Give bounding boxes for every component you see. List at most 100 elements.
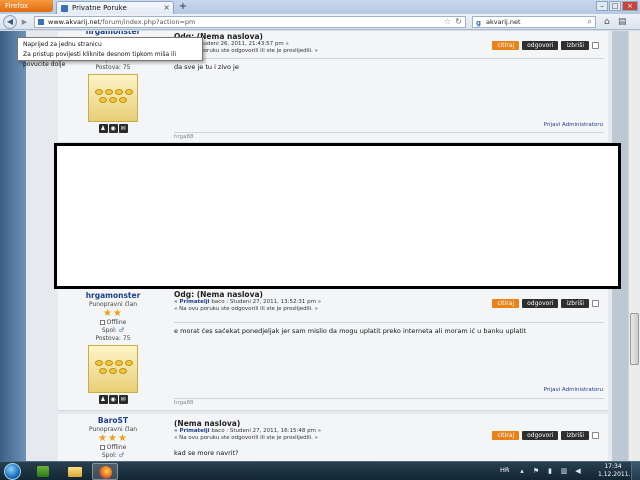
show-desktop-button[interactable]: [631, 462, 640, 480]
tooltip-line: Naprijed za jednu stranicu: [23, 41, 102, 48]
close-icon[interactable]: ×: [622, 1, 638, 11]
poster-card: BaroST Punopravni član ★★★ Offline Spol:…: [58, 414, 168, 460]
media-player-icon: [37, 466, 49, 477]
post-body: e morat ćes saćekat ponedjeljak jer sam …: [174, 322, 604, 335]
input-language[interactable]: HR: [500, 466, 509, 474]
url-bar[interactable]: www.akvarij.net/forum/index.php?action=p…: [34, 16, 466, 28]
tray-expand-icon[interactable]: ▴: [518, 467, 526, 475]
maximize-icon[interactable]: □: [609, 1, 621, 11]
poster-rank: Punopravni član: [88, 301, 138, 308]
delete-button[interactable]: izbriši: [561, 299, 589, 308]
pm-post: BaroST Punopravni član ★★★ Offline Spol:…: [58, 414, 608, 461]
avatar: [88, 74, 138, 122]
clock-time: 17:34: [604, 463, 622, 470]
network-icon[interactable]: ▥: [560, 467, 568, 475]
volume-icon[interactable]: ◀: [574, 467, 582, 475]
website-icon[interactable]: ◉: [108, 395, 118, 404]
search-engine-icon[interactable]: g: [476, 18, 481, 28]
pm-icon[interactable]: ✉: [118, 395, 128, 404]
window-controls: – □ ×: [596, 1, 638, 11]
bookmark-star-icon[interactable]: ☆: [444, 17, 451, 27]
post-signature: hrga88: [174, 132, 604, 140]
url-path: /forum/index.php?action=pm: [100, 18, 196, 26]
tab-privatne-poruke[interactable]: Privatne Poruke ×: [56, 1, 174, 14]
reply-button[interactable]: odgovori: [522, 41, 559, 50]
tooltip-line: Za pristup povijesti kliknite desnom tip…: [23, 51, 177, 68]
select-checkbox[interactable]: [592, 432, 599, 439]
poster-icons: ♟ ◉ ✉: [58, 124, 168, 133]
bookmarks-menu-icon[interactable]: ▤: [618, 17, 627, 27]
pm-post: hrgamonster Punopravni član ★★ Offline S…: [58, 289, 608, 411]
redaction-box: [54, 143, 621, 289]
vertical-scrollbar[interactable]: [628, 31, 640, 461]
reply-button[interactable]: odgovori: [522, 431, 559, 440]
start-button[interactable]: [4, 463, 21, 480]
home-icon[interactable]: ⌂: [604, 17, 610, 27]
poster-gender: Spol: ♂: [101, 452, 125, 459]
back-button[interactable]: ◀: [3, 15, 17, 29]
avatar: [88, 345, 138, 393]
offline-icon: [99, 320, 105, 325]
cite-button[interactable]: citiraj: [492, 431, 520, 440]
poster-rank: Punopravni član: [88, 426, 138, 433]
tab-close-icon[interactable]: ×: [163, 2, 170, 14]
online-status: Offline: [58, 319, 168, 327]
report-to-admin-link[interactable]: Prijavi Administratoru: [544, 122, 603, 128]
cite-button[interactable]: citiraj: [492, 299, 520, 308]
male-gender-icon: ♂: [118, 327, 125, 334]
post-actions: citiraj odgovori izbriši: [492, 41, 599, 50]
profile-icon[interactable]: ♟: [98, 124, 108, 133]
tab-favicon-icon: [61, 5, 68, 12]
male-gender-icon: ♂: [118, 452, 125, 459]
post-header: Odg: (Nema naslova) « baco : Studeni 26,…: [174, 32, 604, 55]
post-header: (Nema naslova) « Primatelji baco : Stude…: [174, 419, 604, 442]
rank-stars-icon: ★★: [103, 308, 123, 319]
left-background: [0, 31, 26, 461]
post-title[interactable]: (Nema naslova): [174, 419, 604, 428]
cite-button[interactable]: citiraj: [492, 41, 520, 50]
poster-icons: ♟ ◉ ✉: [58, 395, 168, 404]
reply-button[interactable]: odgovori: [522, 299, 559, 308]
folder-icon: [68, 467, 82, 477]
navigation-toolbar: ◀ ▶ www.akvarij.net/forum/index.php?acti…: [0, 14, 640, 30]
post-actions: citiraj odgovori izbriši: [492, 431, 599, 440]
firefox-icon: [99, 466, 112, 479]
scrollbar-thumb[interactable]: [630, 313, 639, 365]
poster-card: hrgamonster Punopravni član ★★ Offline S…: [58, 289, 168, 404]
windows-taskbar: HR ▴ ⚑ ▮ ▥ ◀ 17:34 1.12.2011.: [0, 461, 640, 480]
power-icon[interactable]: ▮: [546, 467, 554, 475]
tab-title: Privatne Poruke: [72, 4, 127, 12]
website-icon[interactable]: ◉: [108, 124, 118, 133]
url-host: www.akvarij.net: [48, 18, 101, 26]
explorer-taskbar-button[interactable]: [62, 463, 88, 480]
search-input[interactable]: g akvarij.net ⌕: [472, 16, 596, 28]
select-checkbox[interactable]: [592, 300, 599, 307]
firefox-menu-button[interactable]: Firefox: [0, 0, 53, 12]
poster-username[interactable]: hrgamonster: [58, 291, 168, 300]
pm-icon[interactable]: ✉: [118, 124, 128, 133]
post-title[interactable]: Odg: (Nema naslova): [174, 290, 604, 299]
clock-date: 1.12.2011.: [598, 471, 631, 478]
new-tab-button[interactable]: +: [177, 1, 189, 13]
post-title[interactable]: Odg: (Nema naslova): [174, 32, 604, 41]
profile-icon[interactable]: ♟: [98, 395, 108, 404]
post-header: Odg: (Nema naslova) « Primatelji baco : …: [174, 290, 604, 313]
delete-button[interactable]: izbriši: [561, 41, 589, 50]
search-text: akvarij.net: [486, 18, 521, 26]
firefox-taskbar-button[interactable]: [92, 463, 118, 480]
report-to-admin-link[interactable]: Prijavi Administratoru: [544, 387, 603, 393]
post-signature: hrga88: [174, 398, 604, 406]
browser-title-bar: Firefox Privatne Poruke × + – □ ×: [0, 0, 640, 14]
forward-button[interactable]: ▶: [19, 17, 30, 27]
online-status: Offline: [58, 444, 168, 452]
post-actions: citiraj odgovori izbriši: [492, 299, 599, 308]
minimize-icon[interactable]: –: [596, 1, 608, 11]
select-checkbox[interactable]: [592, 42, 599, 49]
search-magnifier-icon[interactable]: ⌕: [588, 17, 592, 27]
system-clock[interactable]: 17:34 1.12.2011.: [598, 463, 631, 479]
poster-username[interactable]: BaroST: [58, 416, 168, 425]
delete-button[interactable]: izbriši: [561, 431, 589, 440]
reload-icon[interactable]: ↻: [455, 17, 462, 27]
action-center-flag-icon[interactable]: ⚑: [532, 467, 540, 475]
media-player-taskbar-button[interactable]: [30, 463, 56, 480]
